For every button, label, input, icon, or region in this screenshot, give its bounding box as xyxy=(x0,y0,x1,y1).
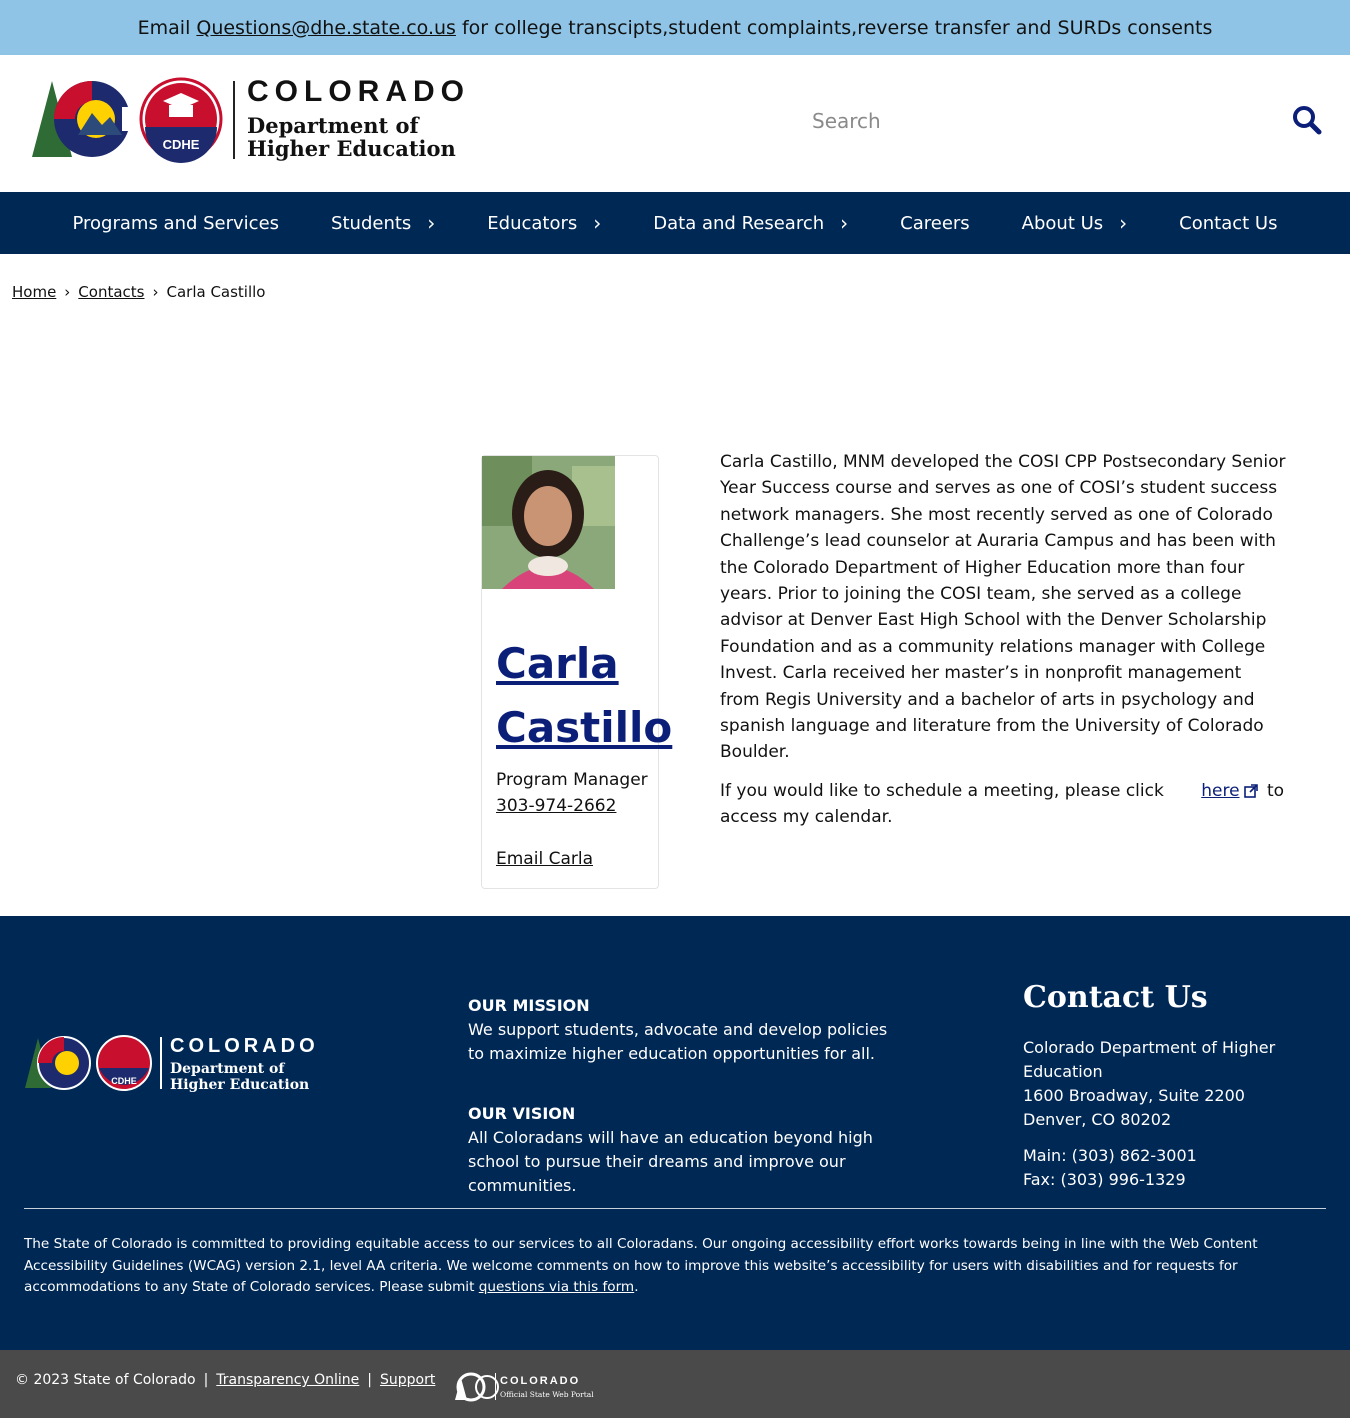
main-content: Carla Castillo Program Manager 303-974-26… xyxy=(0,304,1350,916)
colorado-portal-logo[interactable]: COLORADO Official State Web Portal xyxy=(454,1370,594,1402)
address-line: 1600 Broadway, Suite 2200 xyxy=(1023,1086,1245,1105)
footer-address: Colorado Department of Higher Education … xyxy=(1023,1036,1343,1132)
profile-photo xyxy=(482,456,615,589)
search-icon[interactable] xyxy=(1292,105,1322,135)
site-header: CDHE COLORADO Department of Higher Educa… xyxy=(0,55,1350,192)
sub-footer-separator: | xyxy=(367,1372,373,1388)
address-line: Colorado Department of Higher Education xyxy=(1023,1038,1276,1081)
schedule-paragraph: If you would like to schedule a meeting,… xyxy=(720,778,1286,831)
profile-title: Program Manager xyxy=(496,770,648,790)
alert-prefix: Email xyxy=(137,16,191,39)
footer-logo-badge: CDHE xyxy=(111,1076,137,1086)
site-footer: CDHE COLORADO Department of Higher Educa… xyxy=(0,916,1350,1350)
chevron-right-icon[interactable]: › xyxy=(593,211,601,235)
logo-badge-text: CDHE xyxy=(163,137,200,152)
address-line: Denver, CO 80202 xyxy=(1023,1110,1172,1129)
breadcrumb: Home › Contacts › Carla Castillo xyxy=(0,254,1350,304)
vision-heading: OUR VISION xyxy=(468,1104,576,1123)
bio-paragraph: Carla Castillo, MNM developed the COSI C… xyxy=(720,452,1286,763)
chevron-right-icon[interactable]: › xyxy=(427,211,435,235)
footer-main-phone: Main: (303) 862-3001 xyxy=(1023,1146,1197,1165)
schedule-link[interactable]: here xyxy=(1201,781,1261,801)
footer-divider xyxy=(24,1208,1326,1209)
main-nav: Programs and Services Students › Educator… xyxy=(0,192,1350,254)
footer-cdhe-logo[interactable]: CDHE COLORADO Department of Higher Educa… xyxy=(24,1034,329,1092)
footer-contact: Contact Us Colorado Department of Higher… xyxy=(1023,978,1343,1192)
breadcrumb-separator: › xyxy=(64,282,71,301)
breadcrumb-contacts[interactable]: Contacts xyxy=(78,283,144,301)
sub-footer-separator: | xyxy=(203,1372,209,1388)
nav-item-contact[interactable]: Contact Us xyxy=(1179,213,1277,234)
portal-word: COLORADO xyxy=(500,1375,580,1387)
vision-text: All Coloradans will have an education be… xyxy=(468,1128,873,1195)
profile-email-link[interactable]: Email Carla xyxy=(496,849,593,869)
footer-logo-colorado: COLORADO xyxy=(170,1035,319,1057)
nav-item-students[interactable]: Students › xyxy=(331,211,435,235)
footer-contact-heading: Contact Us xyxy=(1023,980,1208,1015)
breadcrumb-current: Carla Castillo xyxy=(166,282,266,301)
sub-footer: © 2023 State of Colorado | Transparency … xyxy=(0,1350,1350,1418)
sub-footer-links: © 2023 State of Colorado | Transparency … xyxy=(15,1372,435,1388)
accessibility-statement: The State of Colorado is committed to pr… xyxy=(24,1236,1258,1295)
mission-text: We support students, advocate and develo… xyxy=(468,1020,888,1063)
logo-dept-line1: Department of xyxy=(247,113,420,138)
logo-colorado-text: COLORADO xyxy=(247,77,470,108)
mission-block: OUR MISSION We support students, advocat… xyxy=(468,994,898,1066)
support-link[interactable]: Support xyxy=(380,1372,435,1388)
search-box xyxy=(812,101,1282,141)
footer-logo-line2: Higher Education xyxy=(170,1077,309,1092)
alert-suffix: for college transcipts,student complaint… xyxy=(461,16,1213,39)
nav-item-careers[interactable]: Careers xyxy=(900,213,970,234)
profile-last-name: Castillo xyxy=(496,703,673,752)
profile-name-link[interactable]: Carla Castillo xyxy=(496,632,672,760)
transparency-link[interactable]: Transparency Online xyxy=(216,1372,359,1388)
search-input[interactable] xyxy=(812,101,1282,141)
logo-dept-line2: Higher Education xyxy=(247,136,456,161)
nav-item-data-research[interactable]: Data and Research › xyxy=(653,211,848,235)
alert-email-link[interactable]: Questions@dhe.state.co.us xyxy=(196,17,456,39)
alert-banner: Email Questions@dhe.state.co.us for coll… xyxy=(0,0,1350,55)
profile-phone-link[interactable]: 303-974-2662 xyxy=(496,796,616,816)
cdhe-logo[interactable]: CDHE COLORADO Department of Higher Educa… xyxy=(30,77,490,167)
footer-fax: Fax: (303) 996-1329 xyxy=(1023,1170,1186,1189)
breadcrumb-home[interactable]: Home xyxy=(12,283,56,301)
chevron-right-icon[interactable]: › xyxy=(1119,211,1127,235)
accessibility-text: The State of Colorado is committed to pr… xyxy=(24,1236,1258,1295)
external-link-icon xyxy=(1243,784,1258,798)
profile-card: Carla Castillo Program Manager 303-974-26… xyxy=(481,455,672,889)
accessibility-form-link[interactable]: questions via this form xyxy=(479,1279,634,1295)
nav-item-educators[interactable]: Educators › xyxy=(487,211,601,235)
nav-item-about[interactable]: About Us › xyxy=(1022,211,1128,235)
footer-logo-line1: Department of xyxy=(170,1061,285,1077)
profile-bio: Carla Castillo, MNM developed the COSI C… xyxy=(720,449,1286,831)
chevron-right-icon[interactable]: › xyxy=(840,211,848,235)
schedule-prefix: If you would like to schedule a meeting,… xyxy=(720,780,1164,801)
portal-sub: Official State Web Portal xyxy=(500,1390,594,1399)
vision-block: OUR VISION All Coloradans will have an e… xyxy=(468,1102,898,1198)
mission-heading: OUR MISSION xyxy=(468,996,590,1015)
nav-item-programs[interactable]: Programs and Services xyxy=(73,213,280,234)
breadcrumb-separator: › xyxy=(152,282,159,301)
copyright-text: © 2023 State of Colorado xyxy=(15,1372,196,1388)
profile-first-name: Carla xyxy=(496,639,619,688)
